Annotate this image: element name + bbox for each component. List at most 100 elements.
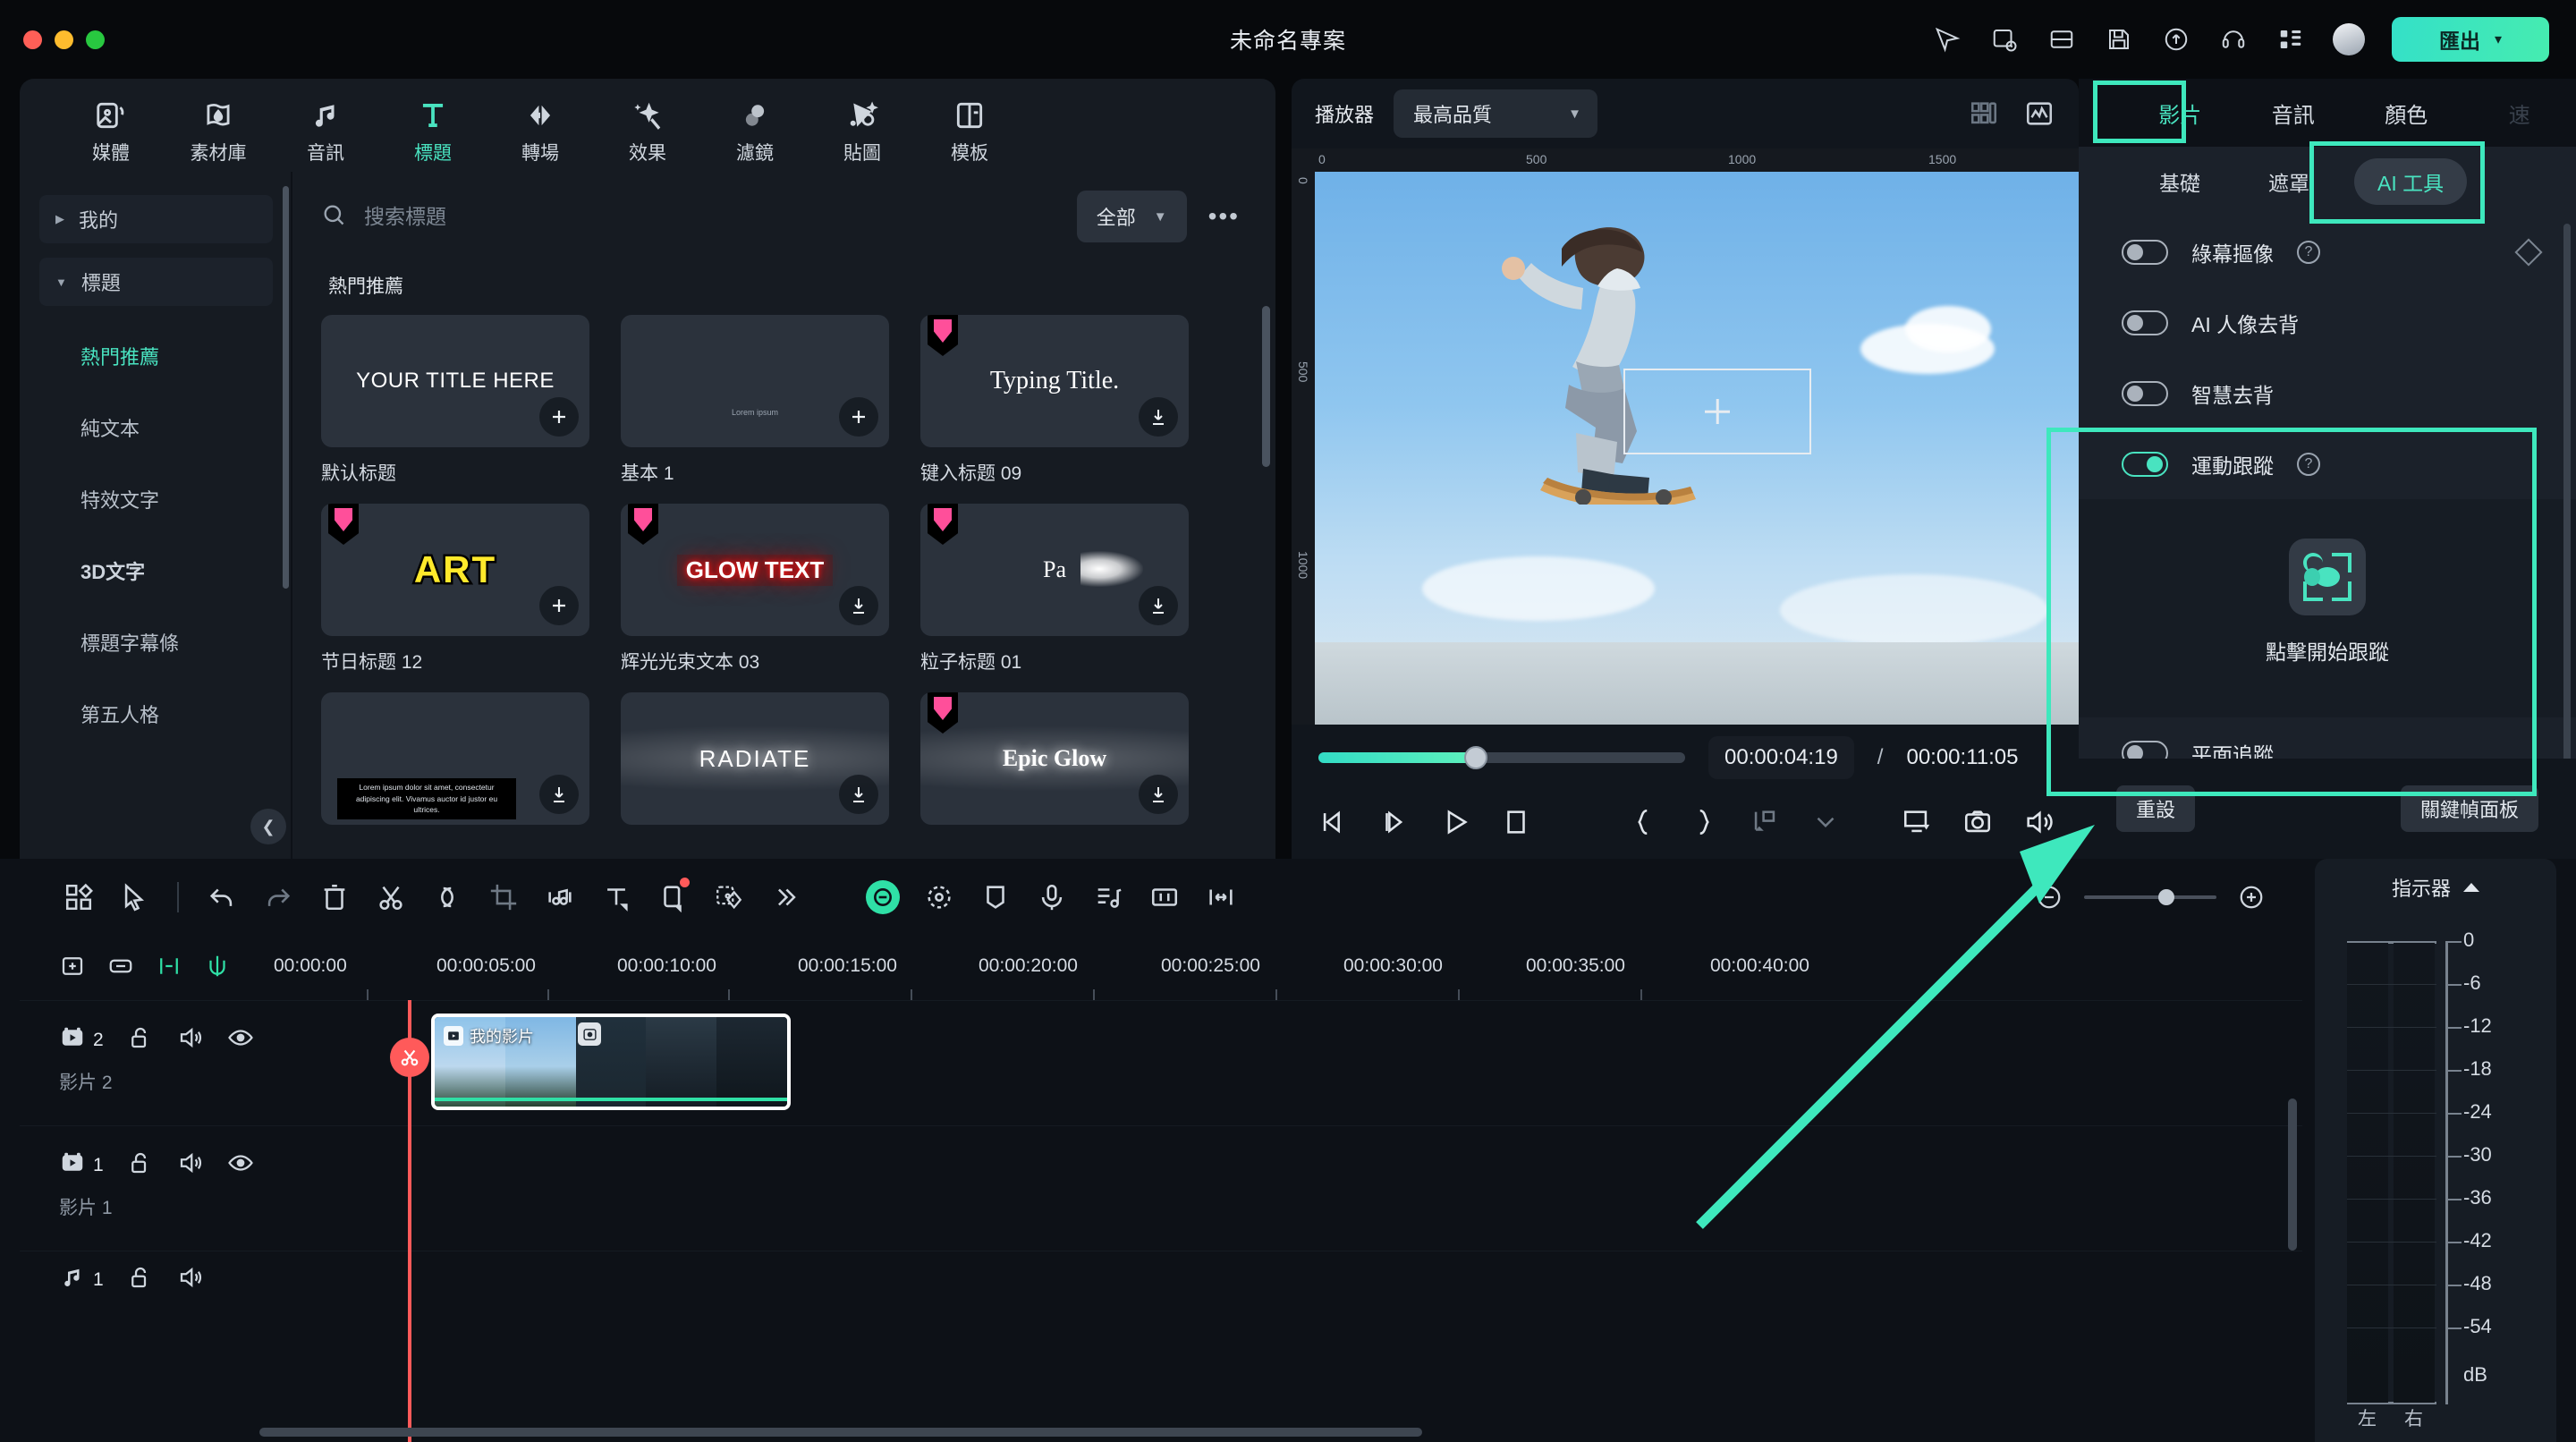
quality-dropdown[interactable]: 最高品質 ▼ [1394, 89, 1598, 138]
subtab-basic[interactable]: 基礎 [2136, 158, 2224, 205]
tab-title[interactable]: 標題 [379, 95, 487, 165]
toggle-switch[interactable] [2122, 451, 2168, 477]
sidebar-item-effect-text[interactable]: 特效文字 [20, 463, 292, 535]
template-thumb[interactable]: Lorem ipsum [621, 315, 889, 447]
template-card[interactable]: RADIATE [621, 692, 889, 825]
nav-group-header[interactable]: ▶ 我的 [39, 195, 273, 243]
playhead-split-button[interactable] [390, 1038, 429, 1077]
template-thumb[interactable]: RADIATE [621, 692, 889, 825]
track-body[interactable]: 我的影片 [261, 1001, 2302, 1125]
tab-filter[interactable]: 濾鏡 [701, 95, 809, 165]
template-card[interactable]: Lorem ipsum 基本 1 [621, 315, 889, 486]
filter-dropdown[interactable]: 全部 ▼ [1076, 191, 1187, 242]
template-thumb[interactable]: Pa [920, 504, 1189, 636]
color-match-icon[interactable] [700, 872, 757, 922]
tab-stock-library[interactable]: 素材庫 [165, 95, 272, 165]
tracking-selection-box[interactable] [1623, 369, 1811, 454]
motion-tracking-start-area[interactable]: 點擊開始跟蹤 [2079, 499, 2576, 717]
nav-group-header[interactable]: ▼ 標題 [39, 258, 273, 306]
zoom-in-icon[interactable] [2236, 882, 2267, 912]
audio-detach-icon[interactable] [531, 872, 588, 922]
speed-icon[interactable] [911, 872, 967, 922]
nav-group-mine[interactable]: ▶ 我的 [39, 195, 273, 243]
toggle-switch[interactable] [2122, 239, 2168, 265]
sidebar-item-identity-v[interactable]: 第五人格 [20, 678, 292, 750]
tab-template[interactable]: 模板 [916, 95, 1023, 165]
panel-scrollbar[interactable] [2563, 224, 2571, 759]
add-icon[interactable] [539, 586, 579, 625]
option-smart-cutout[interactable]: 智慧去背 [2079, 358, 2576, 428]
sidebar-item-plain-text[interactable]: 純文本 [20, 392, 292, 463]
grid-scrollbar[interactable] [1262, 306, 1270, 467]
sidebar-item-3d-text[interactable]: 3D文字 [20, 535, 292, 606]
snapshot-icon[interactable] [1962, 805, 1993, 839]
eye-icon[interactable] [227, 1149, 254, 1181]
track-body[interactable] [261, 1126, 2302, 1251]
playhead[interactable] [390, 1000, 429, 1442]
timeline-clip[interactable]: 我的影片 [431, 1014, 791, 1110]
current-time[interactable]: 00:00:04:19 [1708, 736, 1854, 779]
toggle-switch[interactable] [2122, 380, 2168, 406]
template-thumb[interactable]: Lorem ipsum dolor sit amet, consectetur … [321, 692, 589, 825]
template-card[interactable]: Typing Title. 键入标题 09 [920, 315, 1189, 486]
search-box[interactable] [321, 191, 1061, 242]
volume-icon[interactable] [177, 1149, 204, 1181]
download-icon[interactable] [839, 775, 878, 814]
help-icon[interactable]: ? [2297, 240, 2320, 264]
subtab-mask[interactable]: 遮罩 [2245, 158, 2333, 205]
option-green-screen[interactable]: 綠幕摳像 ? [2079, 216, 2576, 287]
clip-effect-icon[interactable] [578, 1022, 601, 1046]
motion-tracking-icon[interactable] [2289, 539, 2366, 615]
help-icon[interactable]: ? [2297, 452, 2320, 476]
zoom-out-icon[interactable] [2034, 882, 2064, 912]
option-ai-portrait-cutout[interactable]: AI 人像去背 [2079, 287, 2576, 358]
tab-effects[interactable]: 效果 [594, 95, 701, 165]
volume-icon[interactable] [2023, 805, 2054, 839]
keyframe-panel-button[interactable]: 關鍵幀面板 [2400, 785, 2538, 832]
chevron-up-icon[interactable] [2463, 883, 2479, 892]
template-card[interactable]: GLOW TEXT 辉光光束文本 03 [621, 504, 889, 674]
sidebar-item-lower-third[interactable]: 標題字幕條 [20, 606, 292, 678]
mark-out-icon[interactable] [1689, 805, 1719, 839]
zoom-slider[interactable] [2084, 889, 2216, 905]
mic-icon[interactable] [1023, 872, 1080, 922]
play-icon[interactable] [1440, 805, 1470, 839]
template-thumb[interactable]: Typing Title. [920, 315, 1189, 447]
download-icon[interactable] [539, 775, 579, 814]
tab-media[interactable]: 媒體 [57, 95, 165, 165]
next-frame-icon[interactable] [1379, 805, 1410, 839]
stop-icon[interactable] [1501, 805, 1531, 839]
grid-view-icon[interactable] [50, 872, 106, 922]
fit-icon[interactable] [1192, 872, 1249, 922]
tab-audio[interactable]: 音訊 [2237, 79, 2351, 147]
unlock-icon[interactable] [127, 1024, 154, 1056]
search-input[interactable] [364, 204, 1061, 229]
add-track-icon[interactable] [59, 953, 86, 984]
scope-icon[interactable] [2021, 96, 2057, 131]
unlock-icon[interactable] [127, 1264, 154, 1295]
render-preview-icon[interactable] [1750, 805, 1780, 839]
audio-meter-header[interactable]: 指示器 [2315, 873, 2556, 902]
tab-transition[interactable]: 轉場 [487, 95, 594, 165]
add-icon[interactable] [539, 397, 579, 437]
more-options-button[interactable]: ••• [1203, 202, 1245, 231]
option-planar-tracking[interactable]: 平面追蹤 [2079, 717, 2576, 759]
audio-list-icon[interactable] [1080, 872, 1136, 922]
nav-group-title[interactable]: ▼ 標題 [39, 258, 273, 306]
grid-compare-icon[interactable] [1966, 96, 2002, 131]
crop-icon[interactable] [475, 872, 531, 922]
link-icon[interactable] [107, 953, 134, 984]
volume-icon[interactable] [177, 1264, 204, 1295]
template-card[interactable]: Epic Glow [920, 692, 1189, 825]
tab-color[interactable]: 顏色 [2350, 79, 2463, 147]
subtab-ai-tools[interactable]: AI 工具 [2354, 158, 2468, 205]
unlock-icon[interactable] [127, 1149, 154, 1181]
progress-slider[interactable] [1318, 746, 1685, 769]
template-thumb[interactable]: ART [321, 504, 589, 636]
text-tool-icon[interactable] [588, 872, 644, 922]
magnet-icon[interactable] [204, 953, 231, 984]
mask-tool-icon[interactable] [644, 872, 700, 922]
link-unlink-icon[interactable] [419, 872, 475, 922]
nav-scrollbar[interactable] [283, 186, 289, 589]
tab-sticker[interactable]: 貼圖 [809, 95, 916, 165]
